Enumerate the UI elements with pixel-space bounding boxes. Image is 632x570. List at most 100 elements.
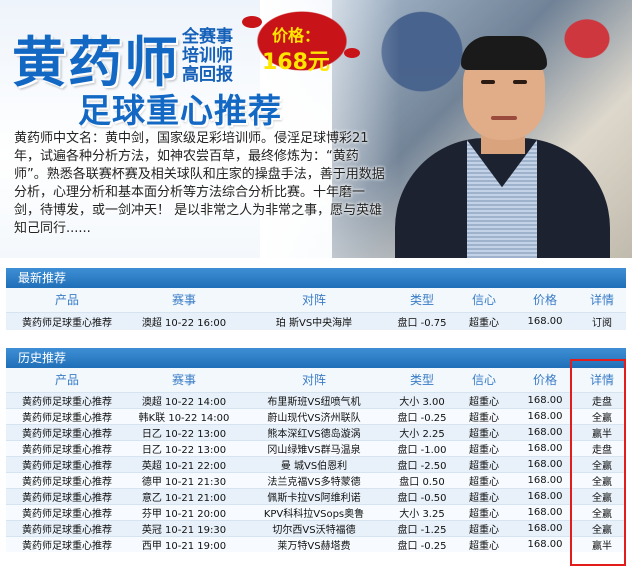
cell-price: 168.00 bbox=[512, 535, 578, 552]
cell-match: 澳超 10-22 16:00 bbox=[128, 311, 240, 330]
cell-product: 黄药师足球重心推荐 bbox=[6, 423, 128, 440]
cell-price: 168.00 bbox=[512, 311, 578, 330]
cell-match: 英超 10-21 22:00 bbox=[128, 455, 240, 472]
cell-teams: 珀 斯VS中央海岸 bbox=[240, 311, 388, 330]
cell-product: 黄药师足球重心推荐 bbox=[6, 503, 128, 520]
cell-type: 大小 2.25 bbox=[388, 423, 456, 440]
cell-confidence: 超重心 bbox=[456, 423, 512, 440]
cell-confidence: 超重心 bbox=[456, 391, 512, 408]
cell-match: 西甲 10-21 19:00 bbox=[128, 535, 240, 552]
cell-product: 黄药师足球重心推荐 bbox=[6, 391, 128, 408]
cell-result: 赢半 bbox=[578, 535, 626, 552]
cell-confidence: 超重心 bbox=[456, 471, 512, 488]
cell-teams: 法兰克福VS多特蒙德 bbox=[240, 471, 388, 488]
col-confidence: 信心 bbox=[456, 368, 512, 392]
cell-product: 黄药师足球重心推荐 bbox=[6, 535, 128, 552]
cell-type: 盘口 -0.25 bbox=[388, 535, 456, 552]
col-match: 赛事 bbox=[128, 288, 240, 312]
latest-section-header: 最新推荐 bbox=[6, 268, 626, 288]
table-row: 黄药师足球重心推荐 英冠 10-21 19:30 切尔西VS沃特福德 盘口 -1.25… bbox=[6, 519, 626, 536]
cell-result: 全赢 bbox=[578, 407, 626, 424]
cell-price: 168.00 bbox=[512, 487, 578, 504]
history-section-header: 历史推荐 bbox=[6, 348, 626, 368]
cell-confidence: 超重心 bbox=[456, 487, 512, 504]
table-row: 黄药师足球重心推荐 澳超 10-22 16:00 珀 斯VS中央海岸 盘口 -0… bbox=[6, 311, 626, 330]
table-row: 黄药师足球重心推荐 韩K联 10-22 14:00 蔚山现代VS济州联队 盘口 -0.… bbox=[6, 407, 626, 424]
cell-result: 全赢 bbox=[578, 503, 626, 520]
cell-type: 盘口 -0.50 bbox=[388, 487, 456, 504]
cell-result: 走盘 bbox=[578, 391, 626, 408]
cell-confidence: 超重心 bbox=[456, 439, 512, 456]
cell-match: 芬甲 10-21 20:00 bbox=[128, 503, 240, 520]
history-table: 产品 赛事 对阵 类型 信心 价格 详情 黄药师足球重心推荐 澳超 10-22 1… bbox=[6, 368, 626, 552]
cell-confidence: 超重心 bbox=[456, 503, 512, 520]
cell-result: 赢半 bbox=[578, 423, 626, 440]
cell-confidence: 超重心 bbox=[456, 455, 512, 472]
cell-confidence: 超重心 bbox=[456, 407, 512, 424]
cell-type: 大小 3.00 bbox=[388, 391, 456, 408]
cell-confidence: 超重心 bbox=[456, 535, 512, 552]
cell-match: 日乙 10-22 13:00 bbox=[128, 423, 240, 440]
cell-product: 黄药师足球重心推荐 bbox=[6, 407, 128, 424]
cell-product: 黄药师足球重心推荐 bbox=[6, 311, 128, 330]
cell-type: 大小 3.25 bbox=[388, 503, 456, 520]
right-eye bbox=[513, 80, 527, 84]
cell-product: 黄药师足球重心推荐 bbox=[6, 439, 128, 456]
banner-tagline: 全赛事 培训师 高回报 bbox=[182, 28, 233, 85]
cell-confidence: 超重心 bbox=[456, 519, 512, 536]
price-value: 168元 bbox=[262, 50, 330, 75]
table-row: 黄药师足球重心推荐 澳超 10-22 14:00 布里斯班VS纽喷气机 大小 3.00… bbox=[6, 391, 626, 408]
cell-product: 黄药师足球重心推荐 bbox=[6, 471, 128, 488]
cell-teams: 蔚山现代VS济州联队 bbox=[240, 407, 388, 424]
cell-teams: KPV科科拉VSops奥鲁 bbox=[240, 503, 388, 520]
cell-result: 全赢 bbox=[578, 519, 626, 536]
cell-product: 黄药师足球重心推荐 bbox=[6, 519, 128, 536]
table-row: 黄药师足球重心推荐 西甲 10-21 19:00 莱万特VS赫塔费 盘口 -0.25 超… bbox=[6, 535, 626, 552]
cell-price: 168.00 bbox=[512, 503, 578, 520]
promo-banner: 黄药师 全赛事 培训师 高回报 价格： 168元 足球重心推荐 黄药师中文名：黄… bbox=[0, 0, 632, 258]
cell-type: 盘口 -1.00 bbox=[388, 439, 456, 456]
cell-match: 日乙 10-22 13:00 bbox=[128, 439, 240, 456]
cell-type: 盘口 -2.50 bbox=[388, 455, 456, 472]
tagline-line-2: 培训师 bbox=[182, 46, 233, 66]
col-price: 价格 bbox=[512, 288, 578, 312]
tipster-photo bbox=[395, 36, 610, 258]
subscribe-link[interactable]: 订阅 bbox=[578, 311, 626, 330]
price-label: 价格： bbox=[272, 26, 321, 45]
cell-type: 盘口 -0.25 bbox=[388, 407, 456, 424]
cell-teams: 熊本深红VS德岛漩涡 bbox=[240, 423, 388, 440]
cell-match: 韩K联 10-22 14:00 bbox=[128, 407, 240, 424]
cell-type: 盘口 0.50 bbox=[388, 471, 456, 488]
col-teams: 对阵 bbox=[240, 368, 388, 392]
latest-header-row: 产品 赛事 对阵 类型 信心 价格 详情 bbox=[6, 288, 626, 312]
cell-price: 168.00 bbox=[512, 391, 578, 408]
cell-match: 澳超 10-22 14:00 bbox=[128, 391, 240, 408]
history-rows: 黄药师足球重心推荐 澳超 10-22 14:00 布里斯班VS纽喷气机 大小 3.00… bbox=[6, 391, 626, 552]
cell-price: 168.00 bbox=[512, 519, 578, 536]
latest-table: 产品 赛事 对阵 类型 信心 价格 详情 黄药师足球重心推荐 澳超 10-22 … bbox=[6, 288, 626, 330]
col-price: 价格 bbox=[512, 368, 578, 392]
col-teams: 对阵 bbox=[240, 288, 388, 312]
left-eye bbox=[481, 80, 495, 84]
cell-result: 全赢 bbox=[578, 471, 626, 488]
cell-price: 168.00 bbox=[512, 407, 578, 424]
table-row: 黄药师足球重心推荐 德甲 10-21 21:30 法兰克福VS多特蒙德 盘口 0.50… bbox=[6, 471, 626, 488]
cell-product: 黄药师足球重心推荐 bbox=[6, 487, 128, 504]
col-match: 赛事 bbox=[128, 368, 240, 392]
cell-match: 德甲 10-21 21:30 bbox=[128, 471, 240, 488]
cell-result: 全赢 bbox=[578, 487, 626, 504]
col-product: 产品 bbox=[6, 288, 128, 312]
cell-result: 走盘 bbox=[578, 439, 626, 456]
table-row: 黄药师足球重心推荐 英超 10-21 22:00 曼 城VS伯恩利 盘口 -2.50 超… bbox=[6, 455, 626, 472]
cell-result: 全赢 bbox=[578, 455, 626, 472]
col-detail: 详情 bbox=[578, 368, 626, 392]
mouth bbox=[491, 116, 517, 120]
cell-price: 168.00 bbox=[512, 439, 578, 456]
cell-type: 盘口 -0.75 bbox=[388, 311, 456, 330]
cell-match: 英冠 10-21 19:30 bbox=[128, 519, 240, 536]
cell-type: 盘口 -1.25 bbox=[388, 519, 456, 536]
history-section-title: 历史推荐 bbox=[18, 351, 67, 365]
cell-product: 黄药师足球重心推荐 bbox=[6, 455, 128, 472]
cell-price: 168.00 bbox=[512, 471, 578, 488]
cell-teams: 切尔西VS沃特福德 bbox=[240, 519, 388, 536]
